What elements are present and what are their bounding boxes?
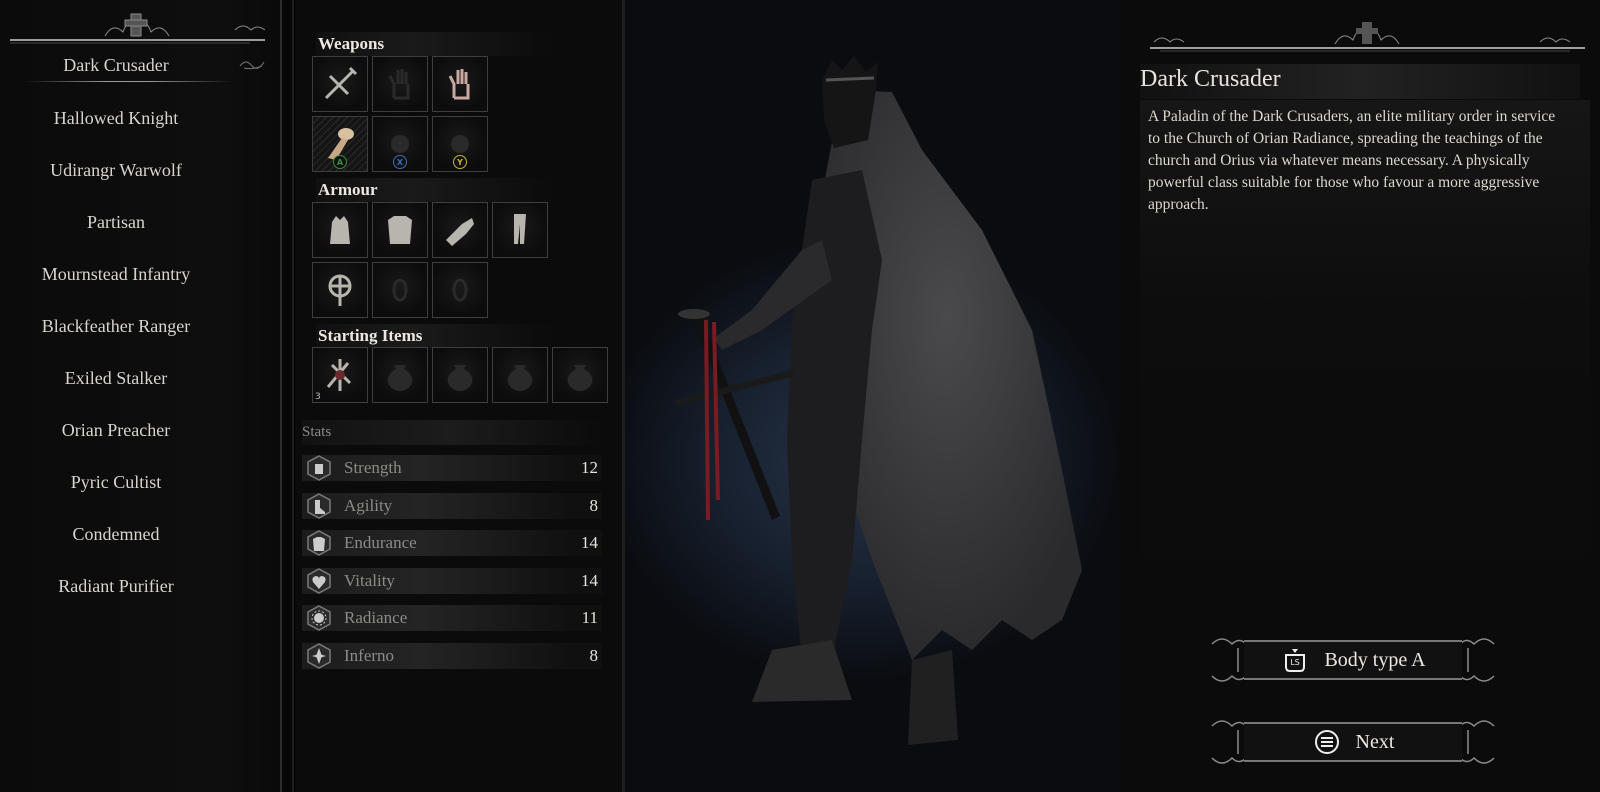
starting-items-grid: 3 — [312, 347, 608, 403]
stat-value: 14 — [581, 570, 598, 590]
equipment-slot[interactable] — [492, 202, 548, 258]
equipment-slot[interactable] — [372, 262, 428, 318]
equipment-slot[interactable] — [492, 347, 548, 403]
divider — [280, 0, 282, 792]
ornament-divider-icon — [1150, 22, 1585, 52]
controller-button-badge: A — [333, 155, 347, 169]
next-button[interactable]: Next — [1208, 712, 1498, 772]
armour-heading: Armour — [316, 178, 554, 202]
equipment-slot[interactable] — [432, 347, 488, 403]
equipment-slot[interactable] — [312, 56, 368, 112]
class-item[interactable]: Pyric Cultist — [0, 456, 232, 508]
menu-button-icon — [1314, 730, 1339, 754]
ring-icon — [452, 278, 468, 302]
ornament-divider-icon — [10, 13, 266, 44]
equipment-slot[interactable]: A — [312, 116, 368, 172]
character-model — [674, 56, 1082, 745]
pouch-icon — [447, 365, 473, 391]
stat-row: Agility 8 — [302, 490, 602, 522]
class-item[interactable]: Exiled Stalker — [0, 352, 232, 404]
character-preview[interactable] — [622, 0, 1120, 792]
class-item[interactable]: Blackfeather Ranger — [0, 300, 232, 352]
body-type-button[interactable]: LS Body type A — [1208, 630, 1498, 690]
stat-row: Radiance 11 — [302, 602, 602, 634]
stat-name: Agility — [344, 495, 393, 515]
fist-icon — [307, 455, 331, 481]
armour-grid — [312, 202, 548, 318]
stat-name: Strength — [344, 458, 402, 477]
stat-row: Endurance 14 — [302, 527, 602, 559]
class-item[interactable]: Udirangr Warwolf — [0, 144, 232, 196]
flame-icon — [307, 642, 331, 669]
class-list-panel: Dark Crusader Hallowed Knight Udirangr War… — [0, 0, 280, 792]
class-item[interactable]: Mournstead Infantry — [0, 248, 232, 300]
class-item[interactable]: Radiant Purifier — [0, 560, 232, 612]
body-type-label: Body type A — [1324, 648, 1426, 671]
ring-icon — [392, 278, 408, 302]
equipment-slot[interactable] — [312, 202, 368, 258]
weapons-grid: AXY — [312, 56, 488, 172]
sun-icon — [307, 605, 331, 631]
class-item[interactable]: Orian Preacher — [0, 404, 232, 456]
hand-icon — [448, 69, 470, 100]
ornament-curl-icon — [239, 61, 265, 70]
armour-icon — [307, 530, 331, 556]
equipment-slot[interactable] — [372, 202, 428, 258]
equipment-slot[interactable] — [372, 56, 428, 112]
weapons-heading: Weapons — [316, 32, 554, 56]
heart-icon — [307, 567, 331, 594]
equipment-slot[interactable] — [372, 347, 428, 403]
stat-row: Vitality 14 — [302, 565, 602, 597]
stat-name: Endurance — [344, 533, 417, 552]
leggings-icon — [514, 214, 526, 244]
equipment-slot[interactable]: 3 — [312, 347, 368, 403]
stat-value: 11 — [581, 608, 598, 627]
stat-value: 12 — [581, 458, 598, 477]
relic-icon — [326, 359, 352, 391]
equipment-slot[interactable] — [312, 262, 368, 318]
divider — [292, 0, 294, 792]
chest-armour-icon — [388, 216, 412, 244]
stat-value: 8 — [589, 645, 599, 665]
class-list: Dark Crusader Hallowed Knight Udirangr War… — [0, 52, 232, 612]
equipment-slot[interactable] — [432, 262, 488, 318]
controller-button-badge: Y — [453, 155, 467, 169]
equipment-slot[interactable] — [552, 347, 608, 403]
stat-name: Radiance — [344, 608, 408, 627]
svg-text:LS: LS — [1291, 658, 1301, 667]
class-item[interactable]: Dark Crusader — [0, 52, 232, 82]
starting-items-heading: Starting Items — [316, 324, 554, 348]
stat-value: 8 — [589, 495, 599, 515]
amulet-icon — [328, 274, 352, 306]
next-label: Next — [1355, 730, 1395, 753]
item-quantity: 3 — [315, 392, 321, 402]
stat-name: Vitality — [344, 570, 395, 590]
left-stick-icon: LS — [1285, 649, 1306, 672]
stat-name: Inferno — [344, 645, 395, 665]
stat-value: 14 — [581, 533, 598, 552]
stat-row: Inferno 8 — [302, 640, 602, 672]
class-item[interactable]: Condemned — [0, 508, 232, 560]
class-title: Dark Crusader — [1140, 64, 1580, 99]
pouch-icon — [507, 365, 533, 391]
equipment-slot[interactable]: Y — [432, 116, 488, 172]
stat-row: Strength 12 — [302, 452, 602, 484]
equipment-slot[interactable] — [432, 56, 488, 112]
helmet-icon — [330, 216, 350, 244]
equipment-slot[interactable]: X — [372, 116, 428, 172]
controller-button-badge: X — [393, 155, 407, 169]
boot-icon — [307, 492, 331, 519]
class-description: A Paladin of the Dark Crusaders, an elit… — [1148, 108, 1556, 213]
class-item[interactable]: Partisan — [0, 196, 232, 248]
crossbow-icon — [324, 66, 358, 100]
pouch-icon — [567, 365, 593, 391]
equipment-slot[interactable] — [432, 202, 488, 258]
gauntlet-icon — [446, 218, 474, 246]
empty-hand-icon — [388, 69, 410, 100]
pouch-icon — [387, 365, 413, 391]
stats-heading: Stats — [302, 420, 602, 445]
equipment-panel: Weapons A X Y Armour Starting Items 3 Stat… — [296, 0, 622, 792]
class-item[interactable]: Hallowed Knight — [0, 92, 232, 144]
